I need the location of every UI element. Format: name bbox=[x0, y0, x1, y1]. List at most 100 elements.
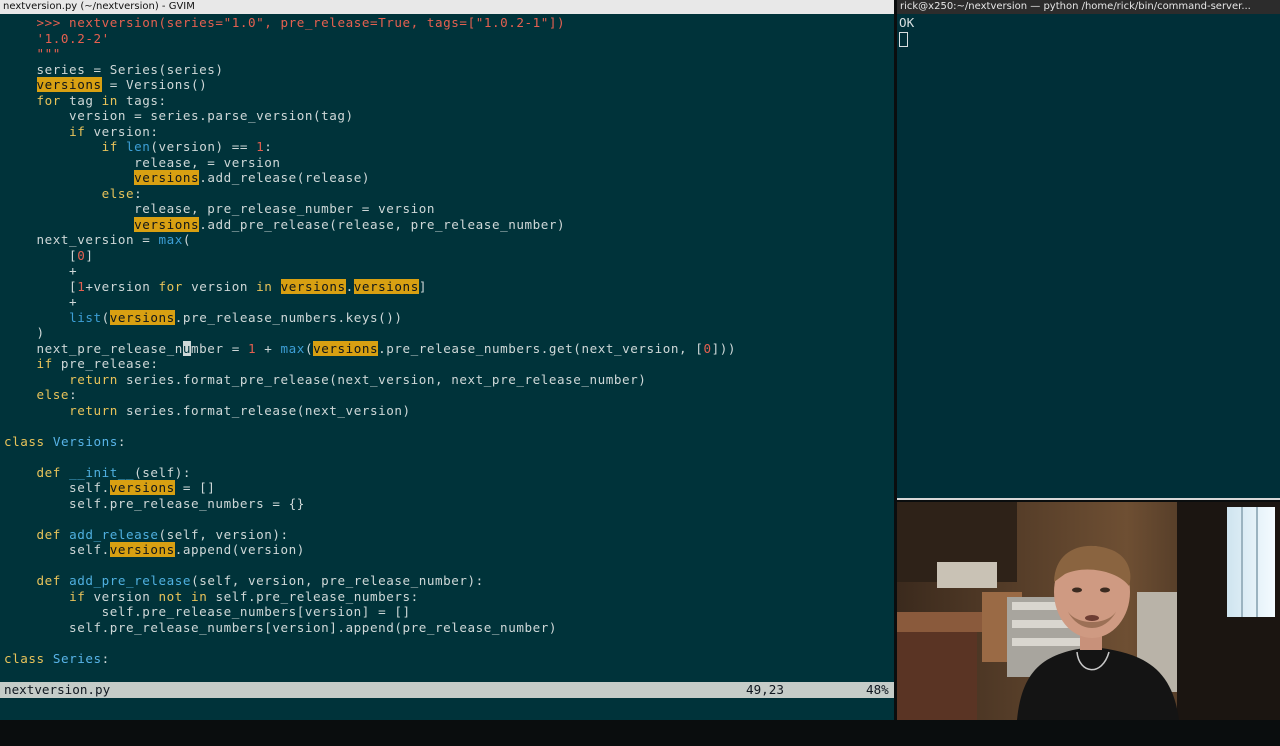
code-token: (self, version): bbox=[158, 526, 289, 542]
code-line[interactable]: else: bbox=[4, 186, 142, 202]
code-token: '1.0.2-2' bbox=[36, 30, 110, 46]
code-token: max bbox=[158, 232, 183, 247]
code-line[interactable]: return series.format_release(next_versio… bbox=[4, 403, 411, 419]
code-line[interactable]: return series.format_pre_release(next_ve… bbox=[4, 372, 646, 388]
code-line[interactable]: ) bbox=[4, 325, 45, 341]
code-line[interactable]: version = series.parse_version(tag) bbox=[4, 108, 354, 124]
code-line[interactable]: self.pre_release_numbers[version] = [] bbox=[4, 604, 411, 620]
vim-statusline: nextversion.py 49,23 48% bbox=[0, 682, 894, 698]
code-token: ]) bbox=[548, 15, 566, 30]
code-token: self. bbox=[4, 542, 110, 557]
code-line[interactable]: '1.0.2-2' bbox=[4, 31, 110, 47]
code-token: series.format_release(next_version) bbox=[117, 402, 411, 418]
terminal-pane[interactable]: OK bbox=[897, 14, 1280, 500]
code-line[interactable]: + bbox=[4, 294, 77, 310]
code-token: "1.0" bbox=[223, 15, 265, 30]
code-token: self.pre_release_numbers: bbox=[207, 588, 419, 604]
code-line[interactable]: series = Series(series) bbox=[4, 62, 224, 78]
code-token: (self, version, pre_release_number): bbox=[191, 573, 484, 588]
code-token: ( bbox=[182, 232, 192, 247]
code-line[interactable]: for tag in tags: bbox=[4, 93, 167, 109]
code-line[interactable]: if version: bbox=[4, 124, 159, 140]
gvim-window-title: nextversion.py (~/nextversion) - GVIM bbox=[0, 0, 894, 14]
code-token: if bbox=[69, 588, 86, 604]
code-line[interactable]: next_version = max( bbox=[4, 232, 191, 248]
code-line[interactable]: [1+version for version in versions.versi… bbox=[4, 278, 427, 295]
code-line[interactable]: next_pre_release_number = 1 + max(versio… bbox=[4, 340, 736, 357]
code-token: not in bbox=[158, 588, 208, 604]
code-line[interactable]: if pre_release: bbox=[4, 356, 159, 372]
code-token: , pre_release= bbox=[264, 15, 379, 30]
search-match: versions bbox=[280, 278, 346, 294]
terminal-output: OK bbox=[899, 15, 915, 30]
code-line[interactable]: self.pre_release_numbers = {} bbox=[4, 496, 305, 512]
code-editor[interactable]: >>> nextversion(series="1.0", pre_releas… bbox=[0, 14, 894, 682]
code-line[interactable]: versions = Versions() bbox=[4, 77, 207, 93]
code-line[interactable]: self.pre_release_numbers[version].append… bbox=[4, 620, 557, 636]
search-match: versions bbox=[313, 340, 379, 356]
code-line[interactable]: class Versions: bbox=[4, 434, 126, 450]
code-token: tag bbox=[60, 92, 102, 108]
code-line[interactable]: def add_release(self, version): bbox=[4, 527, 289, 543]
webcam-overlay bbox=[897, 502, 1280, 720]
code-line[interactable]: list(versions.pre_release_numbers.keys()… bbox=[4, 309, 403, 326]
code-token: """ bbox=[36, 46, 61, 61]
code-line[interactable]: """ bbox=[4, 46, 61, 62]
code-line[interactable]: release, pre_release_number = version bbox=[4, 201, 435, 217]
code-token: __init__ bbox=[69, 464, 135, 480]
code-token: next_pre_release_n bbox=[4, 340, 183, 356]
code-token: in bbox=[101, 92, 118, 108]
code-line[interactable]: [0] bbox=[4, 248, 93, 264]
code-line[interactable]: if version not in self.pre_release_numbe… bbox=[4, 589, 419, 605]
code-token: release, = version bbox=[4, 154, 281, 170]
terminal-cursor bbox=[899, 32, 908, 47]
code-token: Series bbox=[52, 650, 102, 666]
code-token: = [] bbox=[174, 480, 216, 495]
code-line[interactable]: >>> nextversion(series="1.0", pre_releas… bbox=[4, 15, 565, 31]
code-token: 1 bbox=[247, 340, 257, 356]
code-token: class bbox=[4, 433, 45, 449]
code-line[interactable]: if len(version) == 1: bbox=[4, 139, 272, 155]
vim-command-line[interactable] bbox=[0, 698, 894, 720]
code-token: [ bbox=[4, 278, 78, 294]
code-token: return bbox=[69, 371, 118, 387]
code-token: : bbox=[117, 433, 127, 449]
code-line[interactable]: versions.add_release(release) bbox=[4, 170, 370, 186]
code-token: .add_release(release) bbox=[199, 170, 370, 185]
code-line[interactable]: def add_pre_release(self, version, pre_r… bbox=[4, 573, 484, 589]
code-token: . bbox=[345, 278, 354, 294]
code-line[interactable]: release, = version bbox=[4, 155, 281, 171]
code-token: (version) == bbox=[150, 139, 257, 154]
code-line[interactable]: else: bbox=[4, 387, 77, 403]
code-token: self.pre_release_numbers[version].append… bbox=[4, 619, 557, 635]
code-token: pre_release: bbox=[52, 356, 159, 371]
code-token: ] bbox=[418, 278, 427, 294]
code-token: add_pre_release bbox=[69, 573, 192, 588]
code-token: len bbox=[126, 139, 151, 154]
code-line[interactable]: self.versions = [] bbox=[4, 480, 215, 496]
code-line[interactable]: versions.add_pre_release(release, pre_re… bbox=[4, 216, 565, 233]
code-token: if bbox=[36, 356, 53, 371]
code-line[interactable]: def __init__(self): bbox=[4, 465, 191, 481]
code-token: release, pre_release_number = version bbox=[4, 201, 435, 216]
search-match: versions bbox=[134, 216, 200, 232]
code-token: else bbox=[101, 185, 135, 201]
code-token: [ bbox=[4, 247, 78, 263]
code-line[interactable]: + bbox=[4, 263, 77, 279]
code-token: +version bbox=[85, 278, 159, 294]
code-line[interactable]: self.versions.append(version) bbox=[4, 542, 305, 558]
code-token: series = Series(series) bbox=[4, 61, 224, 77]
code-token: version bbox=[85, 588, 159, 604]
code-line[interactable]: class Series: bbox=[4, 651, 110, 667]
